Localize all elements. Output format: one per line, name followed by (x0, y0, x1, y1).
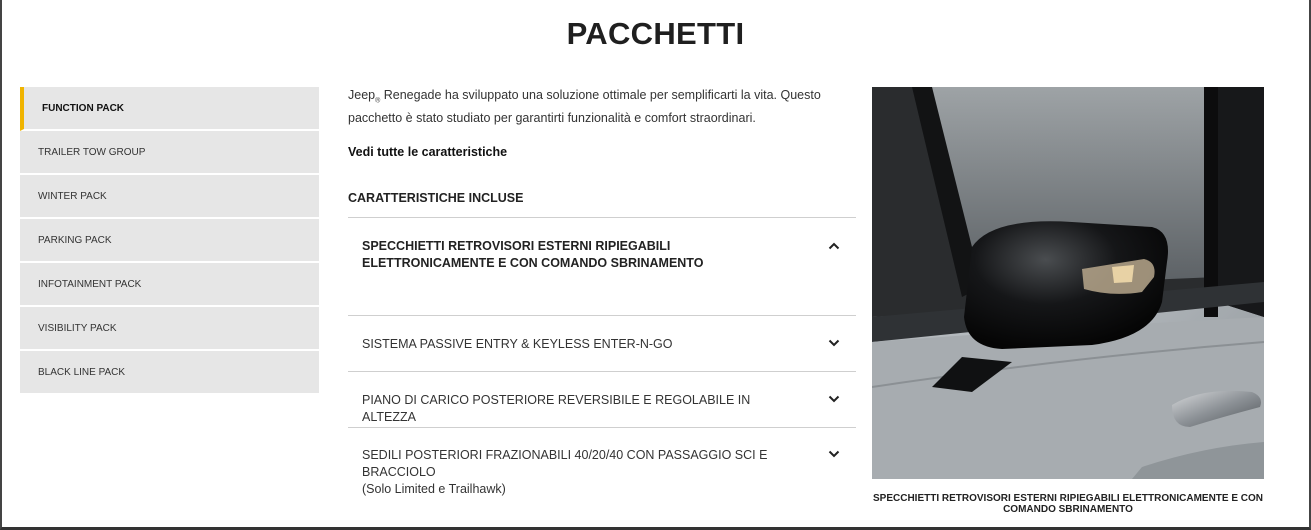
page-title: PACCHETTI (566, 16, 745, 51)
chevron-down-icon[interactable] (828, 338, 840, 348)
sidebar-item-visibility-pack[interactable]: VISIBILITY PACK (20, 307, 319, 351)
feature-label: SPECCHIETTI RETROVISORI ESTERNI RIPIEGAB… (362, 238, 704, 270)
feature-label: SISTEMA PASSIVE ENTRY & KEYLESS ENTER-N-… (362, 336, 673, 351)
intro-brand: Jeep (348, 88, 376, 102)
sidebar-item-label: FUNCTION PACK (42, 102, 125, 114)
sidebar-item-label: PARKING PACK (38, 234, 112, 246)
chevron-down-icon[interactable] (828, 449, 840, 459)
pack-content: Jeep® Renegade ha sviluppato una soluzio… (348, 87, 856, 496)
see-all-features-link[interactable]: Vedi tutte le caratteristiche (348, 145, 856, 159)
sidebar-item-label: TRAILER TOW GROUP (38, 146, 146, 158)
feature-item-keyless[interactable]: SISTEMA PASSIVE ENTRY & KEYLESS ENTER-N-… (348, 316, 856, 372)
pack-sidebar: FUNCTION PACK TRAILER TOW GROUP WINTER P… (20, 87, 319, 395)
sidebar-item-winter-pack[interactable]: WINTER PACK (20, 175, 319, 219)
sidebar-item-function-pack[interactable]: FUNCTION PACK (20, 87, 319, 131)
feature-item-rear-seats[interactable]: SEDILI POSTERIORI FRAZIONABILI 40/20/40 … (348, 428, 856, 496)
chevron-down-icon[interactable] (828, 394, 840, 404)
features-title: CARATTERISTICHE INCLUSE (348, 190, 524, 205)
feature-item-load-floor[interactable]: PIANO DI CARICO POSTERIORE REVERSIBILE E… (348, 372, 856, 428)
sidebar-item-black-line-pack[interactable]: BLACK LINE PACK (20, 351, 319, 395)
sidebar-item-label: INFOTAINMENT PACK (38, 278, 142, 290)
feature-sublabel: (Solo Limited e Trailhawk) (362, 481, 506, 496)
intro-text: Jeep® Renegade ha sviluppato una soluzio… (348, 87, 856, 127)
sidebar-item-infotainment-pack[interactable]: INFOTAINMENT PACK (20, 263, 319, 307)
intro-body: Renegade ha sviluppato una soluzione ott… (348, 88, 821, 125)
feature-label: SEDILI POSTERIORI FRAZIONABILI 40/20/40 … (362, 447, 768, 479)
features-accordion: SPECCHIETTI RETROVISORI ESTERNI RIPIEGAB… (348, 216, 856, 496)
sidebar-item-label: BLACK LINE PACK (38, 366, 126, 378)
mirror-photo (872, 87, 1264, 479)
feature-image (872, 87, 1264, 479)
feature-label: PIANO DI CARICO POSTERIORE REVERSIBILE E… (362, 392, 751, 424)
sidebar-item-label: VISIBILITY PACK (38, 322, 117, 334)
sidebar-item-parking-pack[interactable]: PARKING PACK (20, 219, 319, 263)
sidebar-item-label: WINTER PACK (38, 190, 107, 202)
chevron-up-icon[interactable] (828, 241, 840, 251)
image-caption: SPECCHIETTI RETROVISORI ESTERNI RIPIEGAB… (872, 493, 1264, 515)
feature-item-mirrors[interactable]: SPECCHIETTI RETROVISORI ESTERNI RIPIEGAB… (348, 218, 856, 316)
sidebar-item-trailer-tow-group[interactable]: TRAILER TOW GROUP (20, 131, 319, 175)
